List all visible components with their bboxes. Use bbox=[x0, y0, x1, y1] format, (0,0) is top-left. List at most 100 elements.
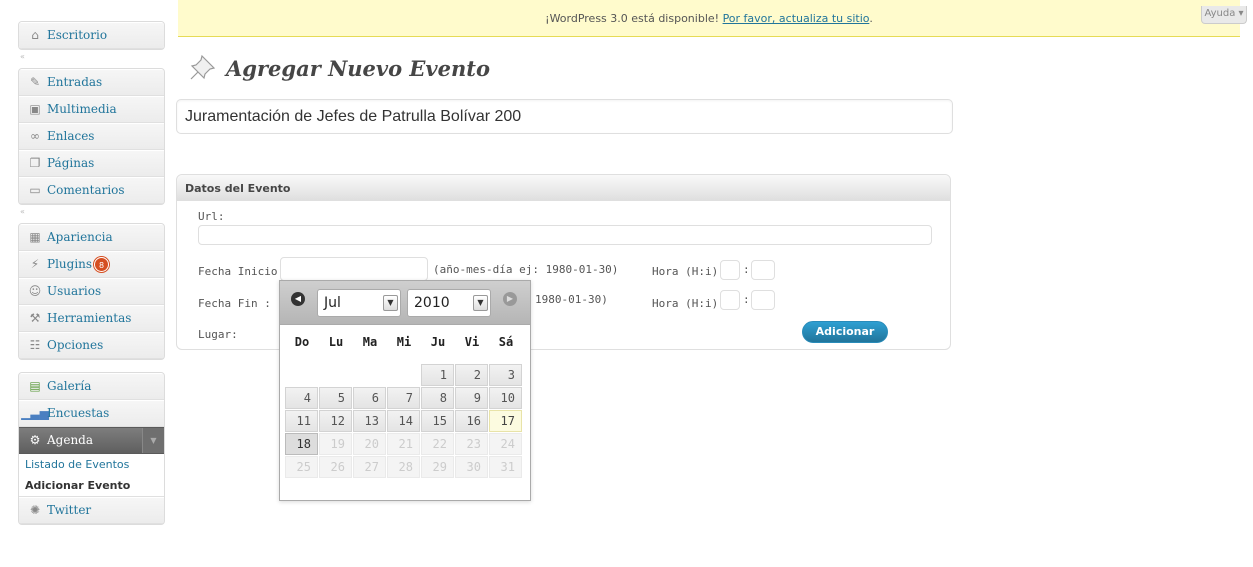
menu-label: Enlaces bbox=[47, 129, 95, 143]
date-format-hint: (año-mes-día ej: 1980-01-30) bbox=[433, 263, 619, 276]
gallery-icon: ▤ bbox=[29, 379, 41, 393]
calendar-day[interactable]: 7 bbox=[387, 387, 420, 409]
end-minute-input[interactable] bbox=[751, 290, 775, 310]
start-hour-label: Hora (H:i): bbox=[652, 265, 725, 278]
menu-label: Agenda bbox=[47, 433, 94, 447]
calendar-day: 24 bbox=[489, 433, 522, 455]
menu-item-escritorio[interactable]: ⌂ Escritorio bbox=[19, 22, 164, 49]
weekday-label: Mi bbox=[396, 335, 412, 349]
calendar-day[interactable]: 3 bbox=[489, 364, 522, 386]
calendar-day[interactable]: 2 bbox=[455, 364, 488, 386]
calendar-day[interactable]: 15 bbox=[421, 410, 454, 432]
submenu-item-listado[interactable]: Listado de Eventos bbox=[19, 454, 164, 475]
menu-label: Comentarios bbox=[47, 183, 125, 197]
menu-label: Plugins bbox=[47, 257, 93, 271]
weekday-label: Vi bbox=[464, 335, 480, 349]
calendar-day[interactable]: 11 bbox=[285, 410, 318, 432]
place-label: Lugar: bbox=[198, 328, 238, 341]
menu-item-usuarios[interactable]: ☺ Usuarios bbox=[19, 278, 164, 305]
settings-icon: ☷ bbox=[29, 338, 41, 352]
calendar-day: 22 bbox=[421, 433, 454, 455]
postbox-title: Datos del Evento bbox=[177, 175, 950, 201]
menu-item-apariencia[interactable]: ▦ Apariencia bbox=[19, 224, 164, 251]
menu-item-multimedia[interactable]: ▣ Multimedia bbox=[19, 96, 164, 123]
calendar-day[interactable]: 18 bbox=[285, 433, 318, 455]
weekday-label: Ju bbox=[430, 335, 446, 349]
menu-item-opciones[interactable]: ☷ Opciones bbox=[19, 332, 164, 359]
year-select[interactable]: 2010 ▼ bbox=[407, 289, 491, 317]
submenu-item-adicionar[interactable]: Adicionar Evento bbox=[19, 475, 164, 496]
comments-icon: ▭ bbox=[29, 183, 41, 197]
weekday-label: Do bbox=[294, 335, 310, 349]
calendar-day: 31 bbox=[489, 456, 522, 478]
calendar-day[interactable]: 1 bbox=[421, 364, 454, 386]
submenu-toggle-icon[interactable]: ▼ bbox=[142, 428, 164, 453]
calendar-day[interactable]: 14 bbox=[387, 410, 420, 432]
help-button[interactable]: Ayuda ▾ bbox=[1201, 6, 1247, 24]
menu-item-comentarios[interactable]: ▭ Comentarios bbox=[19, 177, 164, 204]
calendar-day[interactable]: 12 bbox=[319, 410, 352, 432]
calendar-day: 25 bbox=[285, 456, 318, 478]
calendar-day: 30 bbox=[455, 456, 488, 478]
pin-icon: ✎ bbox=[29, 75, 41, 89]
menu-separator[interactable]: « bbox=[18, 50, 165, 68]
start-minute-input[interactable] bbox=[751, 260, 775, 280]
calendar-day[interactable]: 8 bbox=[421, 387, 454, 409]
adicionar-button[interactable]: Adicionar bbox=[802, 321, 888, 343]
calendar-empty-cell bbox=[387, 364, 420, 386]
menu-item-agenda[interactable]: ⚙ Agenda ▼ bbox=[19, 427, 164, 454]
calendar-day[interactable]: 6 bbox=[353, 387, 386, 409]
menu-item-encuestas[interactable]: ▁▃▅ Encuestas bbox=[19, 400, 164, 427]
calendar-day: 21 bbox=[387, 433, 420, 455]
pages-icon: ❐ bbox=[29, 156, 41, 170]
year-value: 2010 bbox=[414, 295, 450, 311]
url-input[interactable] bbox=[198, 225, 932, 245]
collapse-arrows-icon[interactable]: « bbox=[20, 207, 25, 216]
calendar-day[interactable]: 9 bbox=[455, 387, 488, 409]
menu-item-enlaces[interactable]: ∞ Enlaces bbox=[19, 123, 164, 150]
calendar-day[interactable]: 13 bbox=[353, 410, 386, 432]
weekday-label: Lu bbox=[328, 335, 344, 349]
calendar-day[interactable]: 4 bbox=[285, 387, 318, 409]
plugins-icon: ⚡ bbox=[30, 257, 40, 271]
calendar-day: 20 bbox=[353, 433, 386, 455]
menu-label: Twitter bbox=[47, 503, 92, 517]
menu-label: Multimedia bbox=[47, 102, 117, 116]
menu-item-paginas[interactable]: ❐ Páginas bbox=[19, 150, 164, 177]
users-icon: ☺ bbox=[28, 284, 42, 298]
calendar-day: 29 bbox=[421, 456, 454, 478]
calendar-day: 28 bbox=[387, 456, 420, 478]
next-month-icon[interactable]: ▶ bbox=[503, 292, 517, 306]
start-hour-input[interactable] bbox=[720, 260, 740, 280]
calendar-empty-cell bbox=[285, 364, 318, 386]
time-separator: : bbox=[743, 263, 750, 276]
menu-separator[interactable]: « bbox=[18, 205, 165, 223]
calendar-day: 19 bbox=[319, 433, 352, 455]
menu-label: Herramientas bbox=[47, 311, 132, 325]
prev-month-icon[interactable]: ◀ bbox=[291, 292, 305, 306]
end-hour-label: Hora (H:i): bbox=[652, 297, 725, 310]
update-link[interactable]: Por favor, actualiza tu sitio bbox=[723, 12, 870, 25]
month-value: Jul bbox=[324, 295, 341, 311]
calendar-day[interactable]: 10 bbox=[489, 387, 522, 409]
link-icon: ∞ bbox=[30, 129, 40, 143]
calendar-day[interactable]: 5 bbox=[319, 387, 352, 409]
menu-item-twitter[interactable]: ✺ Twitter bbox=[19, 497, 164, 524]
month-select[interactable]: Jul ▼ bbox=[317, 289, 401, 317]
event-title-input[interactable] bbox=[176, 99, 953, 134]
menu-item-galeria[interactable]: ▤ Galería bbox=[19, 373, 164, 400]
collapse-arrows-icon[interactable]: « bbox=[20, 52, 25, 61]
menu-item-herramientas[interactable]: ⚒ Herramientas bbox=[19, 305, 164, 332]
menu-label: Usuarios bbox=[47, 284, 102, 298]
calendar-day[interactable]: 16 bbox=[455, 410, 488, 432]
end-hour-input[interactable] bbox=[720, 290, 740, 310]
calendar-day[interactable]: 17 bbox=[489, 410, 522, 432]
appearance-icon: ▦ bbox=[29, 230, 41, 244]
update-notice: ¡WordPress 3.0 está disponible! Por favo… bbox=[178, 0, 1240, 37]
menu-item-entradas[interactable]: ✎ Entradas bbox=[19, 69, 164, 96]
calendar-grid: 1 2 3 4 5 6 7 8 9 10 11 12 13 14 15 16 17 18 19 20 21 22 23 24 2… bbox=[285, 364, 523, 478]
menu-label: Páginas bbox=[47, 156, 95, 170]
start-date-input[interactable] bbox=[280, 257, 428, 281]
start-date-label: Fecha Inicio : bbox=[198, 265, 291, 278]
menu-item-plugins[interactable]: ⚡ Plugins 8 bbox=[19, 251, 164, 278]
